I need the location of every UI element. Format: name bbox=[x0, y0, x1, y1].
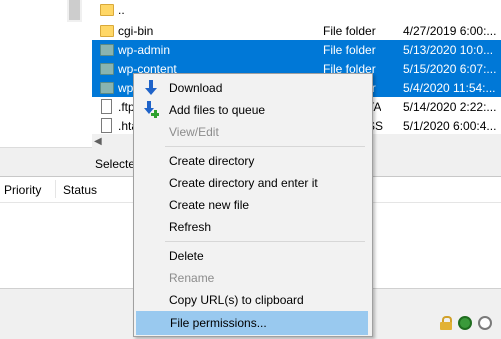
file-name: wp-admin bbox=[118, 43, 171, 57]
menu-item-label: View/Edit bbox=[169, 125, 219, 139]
file-name: .. bbox=[118, 3, 125, 17]
folder-icon bbox=[100, 44, 114, 56]
file-row-selected[interactable]: wp-admin File folder 5/13/2020 10:0... bbox=[92, 40, 501, 59]
menu-item-view-edit: View/Edit bbox=[136, 121, 368, 143]
file-date: 5/13/2020 10:0... bbox=[403, 43, 494, 57]
local-status-strip bbox=[0, 147, 92, 177]
local-scrollbar-thumb[interactable] bbox=[69, 0, 80, 20]
lock-body bbox=[440, 322, 452, 330]
menu-separator bbox=[165, 146, 365, 147]
menu-item-label: Download bbox=[169, 81, 223, 95]
menu-item-label: Refresh bbox=[169, 220, 212, 234]
file-date: 5/14/2020 2:22:... bbox=[403, 100, 497, 114]
menu-item-refresh[interactable]: Refresh bbox=[136, 216, 368, 238]
file-name: cgi-bin bbox=[118, 24, 154, 38]
menu-item-label: Create new file bbox=[169, 198, 250, 212]
column-header-priority[interactable]: Priority bbox=[4, 183, 41, 197]
file-icon bbox=[101, 99, 112, 114]
menu-item-label: Rename bbox=[169, 271, 215, 285]
folder-icon bbox=[100, 82, 114, 94]
file-date: 5/4/2020 11:54:... bbox=[403, 81, 496, 95]
menu-item-rename: Rename bbox=[136, 267, 368, 289]
menu-separator bbox=[165, 241, 365, 242]
menu-item-label: Add files to queue bbox=[169, 103, 266, 117]
lock-icon bbox=[439, 316, 453, 330]
column-header-status[interactable]: Status bbox=[63, 183, 97, 197]
folder-icon bbox=[100, 25, 114, 37]
gear-icon[interactable] bbox=[458, 316, 472, 330]
file-date: 4/27/2019 6:00:... bbox=[403, 24, 497, 38]
folder-icon bbox=[100, 4, 114, 16]
folder-icon bbox=[100, 63, 114, 75]
menu-item-file-permissions[interactable]: File permissions... bbox=[136, 311, 368, 335]
file-date: 5/15/2020 6:07:... bbox=[403, 62, 497, 76]
menu-item-add-to-queue[interactable]: Add files to queue bbox=[136, 99, 368, 121]
menu-item-label: Create directory bbox=[169, 154, 255, 168]
menu-item-label: Create directory and enter it bbox=[169, 176, 318, 190]
scroll-left-icon[interactable]: ◀ bbox=[94, 136, 102, 147]
file-row[interactable]: .. bbox=[92, 0, 501, 19]
file-icon bbox=[101, 118, 112, 133]
menu-item-delete[interactable]: Delete bbox=[136, 245, 368, 267]
menu-item-create-directory[interactable]: Create directory bbox=[136, 150, 368, 172]
menu-item-create-directory-enter[interactable]: Create directory and enter it bbox=[136, 172, 368, 194]
speed-limit-icon[interactable] bbox=[478, 316, 492, 330]
add-to-queue-icon bbox=[144, 101, 160, 119]
menu-item-label: Delete bbox=[169, 249, 204, 263]
file-type: File folder bbox=[323, 43, 376, 57]
selection-status-text: Selecte bbox=[95, 157, 136, 171]
menu-item-download[interactable]: Download bbox=[136, 77, 368, 99]
file-row[interactable]: cgi-bin File folder 4/27/2019 6:00:... bbox=[92, 21, 501, 40]
file-date: 5/1/2020 6:00:4... bbox=[403, 119, 497, 133]
file-type: File folder bbox=[323, 24, 376, 38]
menu-item-copy-urls[interactable]: Copy URL(s) to clipboard bbox=[136, 289, 368, 311]
download-icon bbox=[144, 80, 158, 96]
menu-item-label: File permissions... bbox=[170, 316, 267, 330]
context-menu: Download Add files to queue View/Edit Cr… bbox=[133, 73, 373, 337]
column-divider[interactable] bbox=[55, 180, 56, 198]
menu-item-create-new-file[interactable]: Create new file bbox=[136, 194, 368, 216]
menu-item-label: Copy URL(s) to clipboard bbox=[169, 293, 304, 307]
